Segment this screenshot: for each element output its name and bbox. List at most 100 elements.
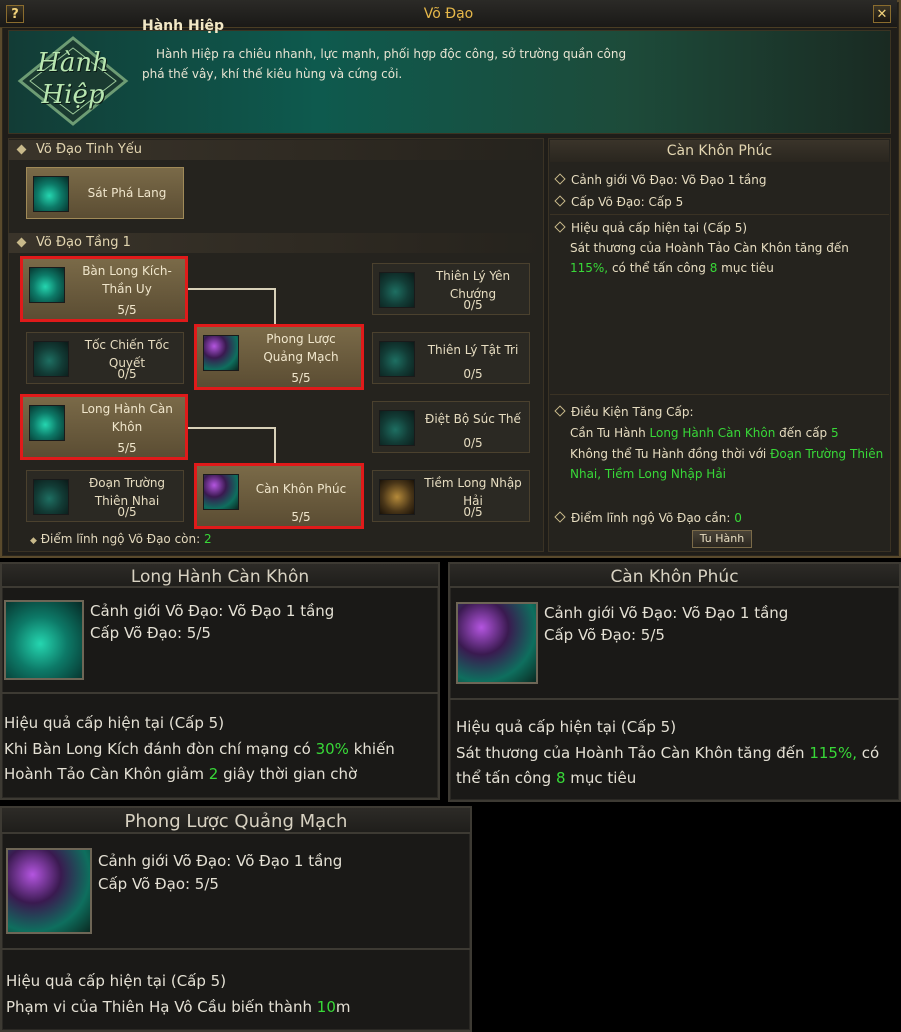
teal-dragon-icon	[379, 341, 415, 377]
teal-dragon-icon	[4, 600, 84, 680]
skill-node-diet-bo[interactable]: Điệt Bộ Súc Thế 0/5	[372, 401, 530, 453]
diamond-bullet-icon	[554, 405, 566, 417]
effect-value: 115%,	[809, 744, 857, 762]
required-points: Điểm lĩnh ngộ Võ Đạo cần: 0	[554, 508, 742, 528]
teal-dragon-icon	[33, 176, 69, 212]
skill-node-toc-chien[interactable]: Tốc Chiến Tốc Quyết 0/5	[26, 332, 184, 384]
train-button[interactable]: Tu Hành	[692, 530, 752, 548]
tooltip-long-hanh-realm: Cảnh giới Võ Đạo: Võ Đạo 1 tầng	[90, 602, 335, 620]
effect-value: 8	[555, 769, 566, 787]
tooltip-phong-luoc-effect-head: Hiệu quả cấp hiện tại (Cấp 5)	[6, 972, 227, 990]
hanh-hiep-emblem-icon: Hành Hiệp	[14, 34, 132, 128]
teal-dragon-icon	[379, 272, 415, 308]
effect-value: 10	[316, 998, 336, 1016]
close-icon[interactable]: ✕	[873, 5, 891, 23]
teal-dragon-icon	[33, 341, 69, 377]
info-realm-text: Cảnh giới Võ Đạo: Võ Đạo 1 tầng	[571, 173, 767, 187]
window-title: Võ Đạo	[423, 6, 474, 22]
diamond-bullet-icon	[16, 237, 27, 248]
condition-text: đến cấp	[779, 426, 828, 440]
skill-level: 0/5	[463, 298, 483, 312]
skill-level: 0/5	[463, 436, 483, 450]
tooltip-phong-luoc-level: Cấp Võ Đạo: 5/5	[98, 875, 219, 893]
effect-text: có thể tấn công	[611, 261, 706, 275]
skill-name: Phong Lược Quảng Mạch	[263, 332, 339, 364]
effect-text: giây thời gian chờ	[223, 765, 358, 783]
divider	[450, 698, 899, 700]
tree-connector	[274, 288, 276, 328]
skill-level: 0/5	[117, 367, 137, 381]
condition-level: 5	[831, 426, 839, 440]
tooltip-can-khon-effect: Sát thương của Hoành Tảo Càn Khôn tăng đ…	[456, 741, 896, 791]
tooltip-can-khon-title: Càn Khôn Phúc	[448, 562, 901, 588]
skill-level: 5/5	[117, 441, 137, 455]
skill-name: Long Hành Càn Khôn	[81, 402, 173, 434]
effect-text: mục tiêu	[570, 769, 637, 787]
effect-value: 2	[208, 765, 219, 783]
skill-level: 0/5	[463, 505, 483, 519]
remaining-points: ◆ Điểm lĩnh ngộ Võ Đạo còn: 2	[30, 532, 212, 546]
condition-text: Cần Tu Hành	[570, 426, 646, 440]
skill-node-ban-long[interactable]: Bàn Long Kích-Thần Uy 5/5	[20, 256, 188, 322]
tree-connector	[184, 427, 276, 429]
section-header-essence: Võ Đạo Tinh Yếu	[8, 140, 542, 160]
effect-text: Khi Bàn Long Kích đánh đòn chí mạng có	[4, 740, 311, 758]
skill-name: Bàn Long Kích-Thần Uy	[82, 264, 172, 296]
required-points-value: 0	[734, 511, 742, 525]
skill-node-long-hanh[interactable]: Long Hành Càn Khôn 5/5	[20, 394, 188, 460]
tooltip-phong-luoc-title: Phong Lược Quảng Mạch	[0, 806, 472, 834]
divider	[550, 214, 889, 215]
divider	[550, 394, 889, 395]
effect-value: 8	[709, 261, 718, 275]
tooltip-can-khon-level: Cấp Võ Đạo: 5/5	[544, 626, 665, 644]
teal-dragon-icon	[29, 267, 65, 303]
effect-value: 30%	[315, 740, 349, 758]
tooltip-long-hanh-effect-head: Hiệu quả cấp hiện tại (Cấp 5)	[4, 714, 225, 732]
effect-value: 115%,	[570, 261, 609, 275]
tooltip-can-khon-realm: Cảnh giới Võ Đạo: Võ Đạo 1 tầng	[544, 604, 789, 622]
tooltip-long-hanh-title: Long Hành Càn Khôn	[0, 562, 440, 588]
condition-skill: Long Hành Càn Khôn	[649, 426, 776, 440]
required-points-label: Điểm lĩnh ngộ Võ Đạo cần:	[571, 511, 731, 525]
skill-node-thien-ly-tat[interactable]: Thiên Lý Tật Tri 0/5	[372, 332, 530, 384]
school-description: Hành Hiệp ra chiêu nhanh, lực mạnh, phối…	[142, 47, 627, 81]
skill-node-sat-pha-lang[interactable]: Sát Phá Lang	[26, 167, 184, 219]
remaining-points-label: Điểm lĩnh ngộ Võ Đạo còn:	[40, 532, 201, 546]
purple-orb-icon	[6, 848, 92, 934]
skill-node-doan-truong[interactable]: Đoạn Trường Thiên Nhai 0/5	[26, 470, 184, 522]
skill-level: 0/5	[463, 367, 483, 381]
diamond-bullet-icon	[554, 221, 566, 233]
skill-name: Điệt Bộ Súc Thế	[425, 412, 521, 426]
skill-node-can-khon-phuc[interactable]: Càn Khôn Phúc 5/5	[194, 463, 364, 529]
info-level-text: Cấp Võ Đạo: Cấp 5	[571, 195, 684, 209]
tooltip-long-hanh-level: Cấp Võ Đạo: 5/5	[90, 624, 211, 642]
info-effect-text: Sát thương của Hoành Tảo Càn Khôn tăng đ…	[570, 238, 886, 278]
skill-node-tiem-long[interactable]: Tiềm Long Nhập Hải 0/5	[372, 470, 530, 522]
skill-node-phong-luoc[interactable]: Phong Lược Quảng Mạch 5/5	[194, 324, 364, 390]
info-realm: Cảnh giới Võ Đạo: Võ Đạo 1 tầng	[554, 170, 766, 190]
upgrade-conditions-head: Điều Kiện Tăng Cấp:	[554, 402, 694, 422]
skill-node-thien-ly-yen[interactable]: Thiên Lý Yên Chướng 0/5	[372, 263, 530, 315]
tooltip-can-khon-effect-head: Hiệu quả cấp hiện tại (Cấp 5)	[456, 718, 677, 736]
skill-level: 5/5	[291, 510, 311, 524]
golden-beast-icon	[379, 479, 415, 515]
tree-connector	[274, 427, 276, 467]
skill-name: Càn Khôn Phúc	[255, 482, 347, 496]
effect-unit: m	[335, 998, 351, 1016]
effect-text: Sát thương của Hoành Tảo Càn Khôn tăng đ…	[570, 241, 849, 255]
info-effect-head: Hiệu quả cấp hiện tại (Cấp 5)	[554, 218, 747, 238]
section-header-essence-label: Võ Đạo Tinh Yếu	[36, 142, 143, 157]
upgrade-conditions-head-text: Điều Kiện Tăng Cấp:	[571, 405, 694, 419]
diamond-bullet-icon	[16, 144, 27, 155]
upgrade-condition-1: Cần Tu Hành Long Hành Càn Khôn đến cấp 5	[570, 423, 886, 443]
effect-text: Phạm vi của Thiên Hạ Vô Cầu biến thành	[6, 998, 312, 1016]
info-effect-head-text: Hiệu quả cấp hiện tại (Cấp 5)	[571, 221, 748, 235]
purple-orb-icon	[203, 335, 239, 371]
condition-text: Không thể Tu Hành đồng thời với	[570, 447, 767, 461]
skill-level: 0/5	[117, 505, 137, 519]
remaining-points-value: 2	[204, 532, 212, 546]
purple-orb-icon	[203, 474, 239, 510]
emblem-text-line1: Hành	[37, 48, 109, 78]
skill-level: 5/5	[291, 371, 311, 385]
help-icon[interactable]: ?	[6, 5, 24, 23]
